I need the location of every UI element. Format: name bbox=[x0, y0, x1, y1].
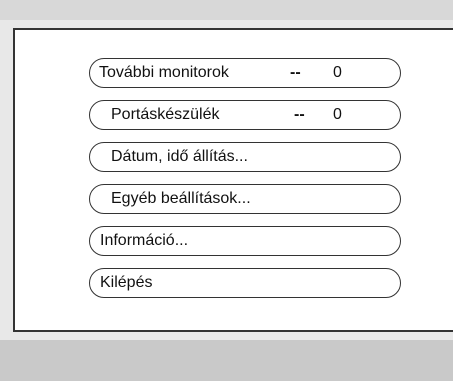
menu-item-separator: -- bbox=[294, 106, 305, 123]
menu-item-doorman-device[interactable]: Portáskészülék -- 0 bbox=[89, 100, 401, 130]
menu-item-label: Dátum, idő állítás... bbox=[111, 148, 248, 165]
menu-item-label: Portáskészülék bbox=[111, 106, 220, 123]
bottom-bezel bbox=[0, 340, 453, 381]
menu-item-other-settings[interactable]: Egyéb beállítások... bbox=[89, 184, 401, 214]
menu-item-separator: -- bbox=[290, 64, 301, 81]
menu-item-label: Kilépés bbox=[100, 274, 153, 291]
menu-item-exit[interactable]: Kilépés bbox=[89, 268, 401, 298]
menu-item-information[interactable]: Információ... bbox=[89, 226, 401, 256]
top-bezel bbox=[0, 0, 453, 20]
menu-screen: További monitorok -- 0 Portáskészülék --… bbox=[13, 28, 453, 332]
menu-item-label: Egyéb beállítások... bbox=[111, 190, 251, 207]
menu-item-label: További monitorok bbox=[99, 64, 229, 81]
menu-item-extra-monitors[interactable]: További monitorok -- 0 bbox=[89, 58, 401, 88]
menu-item-date-time[interactable]: Dátum, idő állítás... bbox=[89, 142, 401, 172]
menu-item-value: 0 bbox=[333, 106, 342, 123]
menu-item-value: 0 bbox=[333, 64, 342, 81]
menu-item-label: Információ... bbox=[100, 232, 189, 249]
